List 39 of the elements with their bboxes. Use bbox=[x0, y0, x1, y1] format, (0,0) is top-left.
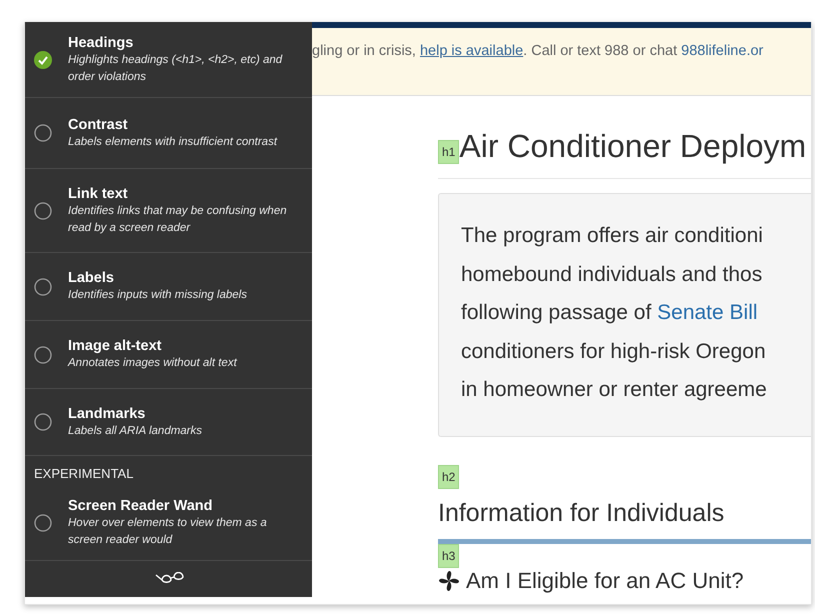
intro-text: conditioners for high-risk Oregon bbox=[461, 338, 767, 364]
page-title: Air Conditioner Deploym bbox=[459, 128, 806, 164]
radio-icon[interactable] bbox=[34, 413, 52, 431]
option-title: Contrast bbox=[68, 116, 129, 134]
radio-icon[interactable] bbox=[34, 202, 52, 220]
option-title: Image alt-text bbox=[68, 337, 162, 355]
senate-bill-link[interactable]: Senate Bill bbox=[657, 301, 758, 324]
intro-text: homebound individuals and thos bbox=[461, 262, 764, 288]
option-description: Labels all ARIA landmarks bbox=[68, 424, 202, 438]
checked-radio-icon[interactable] bbox=[34, 50, 52, 68]
fan-icon bbox=[438, 570, 460, 592]
option-description: Hover over elements to view them as a screen reader would bbox=[68, 516, 268, 548]
option-title: Screen Reader Wand bbox=[68, 496, 214, 514]
intro-text: following passage of Senate Bill bbox=[461, 300, 759, 326]
radio-icon[interactable] bbox=[34, 124, 52, 142]
intro-text: in homeowner or renter agreeme bbox=[461, 377, 768, 403]
heading-level-badge: h3 bbox=[438, 544, 460, 568]
help-link[interactable]: help is available bbox=[420, 43, 524, 59]
section-heading: Information for Individuals bbox=[438, 498, 726, 529]
option-title: Headings bbox=[68, 34, 134, 52]
section-heading: EXPERIMENTAL bbox=[33, 465, 134, 483]
option-title: Labels bbox=[68, 269, 115, 287]
option-description: Identifies links that may be confusing when read by a screen reader bbox=[68, 204, 288, 236]
radio-icon[interactable] bbox=[34, 278, 52, 296]
heading-level-badge: h1 bbox=[438, 140, 460, 164]
heading-level-badge: h2 bbox=[438, 465, 460, 489]
option-title: Landmarks bbox=[68, 404, 146, 422]
intro-text: The program offers air conditioni bbox=[461, 223, 764, 249]
crisis-banner-text: gling or in crisis, help is available. Call or text 988 or chat 988lifeline.or bbox=[312, 43, 764, 59]
option-description: Identifies inputs with missing labels bbox=[68, 288, 247, 303]
option-description: Highlights headings (<h1>, <h2>, etc) and order violations bbox=[68, 52, 284, 84]
lifeline-link[interactable]: 988lifeline.or bbox=[681, 43, 764, 59]
option-title: Link text bbox=[68, 184, 129, 202]
radio-icon[interactable] bbox=[34, 346, 52, 364]
option-description: Annotates images without alt text bbox=[68, 356, 237, 371]
glasses-icon[interactable] bbox=[154, 572, 184, 586]
option-description: Labels elements with insufficient contrast bbox=[68, 134, 278, 150]
radio-icon[interactable] bbox=[34, 514, 52, 532]
subsection-heading: Am I Eligible for an AC Unit? bbox=[466, 568, 744, 594]
